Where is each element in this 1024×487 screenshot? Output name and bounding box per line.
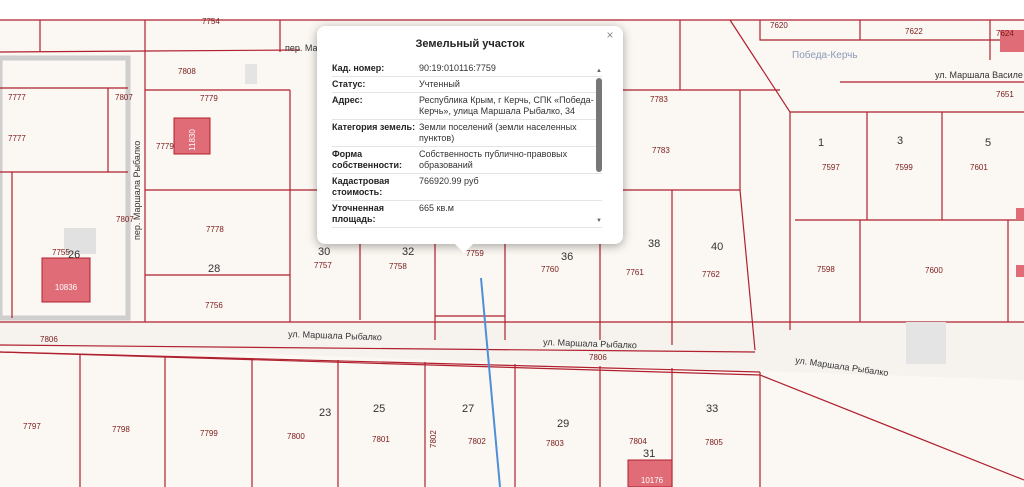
attribute-value: Республика Крым, г Керчь, СПК «Победа-Ке… — [419, 95, 594, 116]
parcel-number: 7651 — [996, 90, 1014, 99]
attribute-row: Форма собственности: Собственность публи… — [332, 147, 602, 174]
parcel-number: 7806 — [40, 335, 58, 344]
parcel-number: 23 — [319, 407, 331, 419]
attribute-value: Земли поселений (земли населенных пункто… — [419, 122, 577, 143]
attribute-value: Собственность публично-правовых образова… — [419, 149, 568, 170]
parcel-number: 7760 — [541, 265, 559, 274]
district-label: Победа-Керчь — [792, 49, 858, 61]
popup-scrollbar[interactable]: ▲ ▼ — [596, 68, 603, 248]
attribute-row: Уточненная площадь: 665 кв.м — [332, 201, 602, 228]
attribute-row: Кад. номер: 90:19:010116:7759 — [332, 61, 602, 77]
attribute-key: Уточненная площадь: — [332, 203, 384, 224]
parcel-number: 25 — [373, 403, 385, 415]
parcel-number: 7758 — [389, 262, 407, 271]
small-structure — [245, 64, 257, 84]
parcel-number: 32 — [402, 246, 414, 258]
top-strip — [0, 0, 1024, 20]
street-label: пер. Маршала Рыбалко — [132, 141, 142, 240]
parcel-number: 7598 — [817, 265, 835, 274]
parcel-number: 7799 — [200, 429, 218, 438]
parcel-number: 7803 — [546, 439, 564, 448]
building-label: 10176 — [641, 476, 664, 485]
attribute-key: Кад. номер: — [332, 63, 385, 73]
parcel-number: 7754 — [202, 17, 220, 26]
parcel-number: 7620 — [770, 21, 788, 30]
parcel-number: 7783 — [650, 95, 668, 104]
building-edge — [1016, 265, 1024, 277]
parcel-number: 7807 — [115, 93, 133, 102]
popup-title: Земельный участок — [415, 38, 525, 50]
parcel-number: 7757 — [314, 261, 332, 270]
attribute-value: 90:19:010116:7759 — [419, 63, 496, 73]
attribute-value: 766920.99 руб — [419, 176, 479, 186]
parcel-number: 7783 — [652, 146, 670, 155]
scroll-up-icon[interactable]: ▲ — [596, 68, 602, 74]
parcel-number: 30 — [318, 246, 330, 258]
parcel-number: 36 — [561, 251, 573, 263]
parcel-number: 26 — [68, 249, 80, 261]
parcel-number: 7806 — [589, 353, 607, 362]
parcel-number: 7801 — [372, 435, 390, 444]
parcel-number: 7624 — [996, 29, 1014, 38]
building-label: 10836 — [55, 283, 78, 292]
parcel-number: 7600 — [925, 266, 943, 275]
parcel-number: 7802 — [429, 430, 438, 448]
parcel-number: 7597 — [822, 163, 840, 172]
parcel-number: 7756 — [205, 301, 223, 310]
parcel-number: 7807 — [116, 215, 134, 224]
scroll-down-icon[interactable]: ▼ — [596, 218, 602, 224]
parcel-number: 7777 — [8, 134, 26, 143]
parcel-number: 7778 — [206, 225, 224, 234]
parcel-number: 7622 — [905, 27, 923, 36]
scroll-thumb[interactable] — [596, 78, 602, 172]
attribute-row: Адрес: Республика Крым, г Керчь, СПК «По… — [332, 93, 602, 120]
attribute-key: Адрес: — [332, 95, 363, 105]
parcel-number: 5 — [985, 137, 991, 149]
street-label: ул. Маршала Василе — [935, 70, 1023, 80]
parcel-info-popup: Земельный участок × Кад. номер: 90:19:01… — [317, 26, 623, 253]
attribute-value: Учтенный — [419, 79, 460, 89]
parcel-number: 29 — [557, 418, 569, 430]
parcel-number: 7808 — [178, 67, 196, 76]
parcel-number: 7804 — [629, 437, 647, 446]
attribute-row: Категория земель: Земли поселений (земли… — [332, 120, 602, 147]
building-label: 11830 — [188, 129, 197, 151]
parcel-number: 7601 — [970, 163, 988, 172]
parcel-number: 3 — [897, 135, 903, 147]
parcel-number: 7779 — [200, 94, 218, 103]
attribute-key: Категория земель: — [332, 122, 416, 132]
attribute-key: Кадастровая стоимость: — [332, 176, 390, 197]
parcel-number: 7779 — [156, 142, 174, 151]
building-10836[interactable] — [41, 257, 91, 303]
small-structure — [906, 322, 946, 364]
parcel-number: 7805 — [705, 438, 723, 447]
parcel-number: 31 — [643, 448, 655, 460]
attribute-key: Форма собственности: — [332, 149, 402, 170]
popup-attributes: Кад. номер: 90:19:010116:7759 Статус: Уч… — [332, 61, 602, 231]
parcel-number: 7800 — [287, 432, 305, 441]
attribute-value: 665 кв.м — [419, 203, 454, 213]
building-edge — [1016, 208, 1024, 220]
parcel-number: 7802 — [468, 437, 486, 446]
parcel-number: 7798 — [112, 425, 130, 434]
parcel-number: 7777 — [8, 93, 26, 102]
parcel-number: 28 — [208, 263, 220, 275]
parcel-number: 7797 — [23, 422, 41, 431]
parcel-number: 27 — [462, 403, 474, 415]
parcel-number: 38 — [648, 238, 660, 250]
attribute-key: Статус: — [332, 79, 366, 89]
parcel-number: 7762 — [702, 270, 720, 279]
attribute-row: Кадастровая стоимость: 766920.99 руб — [332, 174, 602, 201]
parcel-number: 33 — [706, 403, 718, 415]
close-icon[interactable]: × — [603, 28, 617, 42]
parcel-number: 7599 — [895, 163, 913, 172]
attribute-row: Статус: Учтенный — [332, 77, 602, 93]
parcel-number: 40 — [711, 241, 723, 253]
parcel-number: 1 — [818, 137, 824, 149]
parcel-number: 7761 — [626, 268, 644, 277]
